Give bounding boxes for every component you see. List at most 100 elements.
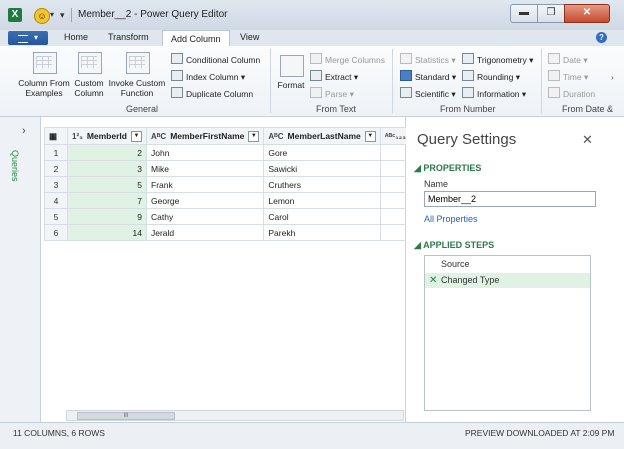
column-from-examples-button[interactable]: Column From Examples [14,78,74,98]
custom-column-button[interactable]: Custom Column [70,78,108,98]
applied-steps-header[interactable]: ◢ APPLIED STEPS [414,240,494,251]
duration-label: Duration [563,89,596,99]
cell-firstname[interactable]: John [145,144,265,161]
format-button[interactable]: Format [273,80,309,90]
duration-button[interactable]: Duration [548,87,595,99]
scientific-icon [400,87,412,98]
cell-lastname[interactable]: Lemon [263,192,381,209]
row-number[interactable]: 4 [44,192,68,209]
table-row[interactable]: 1 2 John Gore [44,144,427,161]
cell-lastname[interactable]: Cruthers [263,176,381,193]
statistics-button[interactable]: Statistics ▾ [400,53,456,66]
filter-dropdown-icon[interactable]: ▼ [131,130,142,142]
time-button[interactable]: Time ▾ [548,70,588,83]
row-number[interactable]: 6 [44,224,68,241]
expand-queries-icon[interactable]: › [22,125,26,137]
cell-lastname[interactable]: Sawicki [263,160,381,177]
column-header-label: MemberFirstName [170,131,245,141]
duplicate-column-button[interactable]: Duplicate Column [171,87,253,99]
scrollbar-thumb[interactable]: III [77,412,175,420]
tab-transform[interactable]: Transform [108,32,149,42]
list-item[interactable]: Source [425,257,590,272]
cell-lastname[interactable]: Carol [263,208,381,225]
delete-step-icon[interactable]: ✕ [429,273,437,288]
trigonometry-icon [462,53,474,64]
cell-firstname[interactable]: Cathy [145,208,265,225]
table-row[interactable]: 5 9 Cathy Carol [44,208,427,225]
menu-icon [18,35,28,43]
queries-pane-label[interactable]: Queries [10,150,20,182]
tab-home[interactable]: Home [64,32,88,42]
whole-number-type-icon[interactable]: 1²₃ [72,132,83,141]
cell-lastname[interactable]: Gore [263,144,381,161]
table-menu-icon[interactable]: ▦ [44,127,68,145]
cell-memberid[interactable]: 14 [67,224,147,241]
table-row[interactable]: 2 3 Mike Sawicki [44,160,427,177]
cell-memberid[interactable]: 2 [67,144,147,161]
conditional-column-label: Conditional Column [186,55,261,65]
filter-dropdown-icon[interactable]: ▼ [248,130,260,142]
tab-view[interactable]: View [240,32,259,42]
cell-memberid[interactable]: 7 [67,192,147,209]
cell-firstname[interactable]: Jerald [145,224,265,241]
query-name-input[interactable] [424,191,596,207]
custom-column-icon [78,52,102,74]
format-icon [280,55,304,77]
file-menu-button[interactable]: ▾ [8,31,48,45]
row-number[interactable]: 1 [44,144,68,161]
information-button[interactable]: Information ▾ [462,87,526,100]
table-row[interactable]: 6 14 Jerald Parekh [44,224,427,241]
customize-quick-access-icon[interactable]: ▾ [60,10,65,21]
filter-dropdown-icon[interactable]: ▼ [364,130,376,142]
extract-button[interactable]: Extract ▾ [310,70,358,83]
list-item[interactable]: ✕ Changed Type [425,273,590,288]
text-type-icon[interactable]: AᴮC [151,132,166,141]
table-row[interactable]: 3 5 Frank Cruthers [44,176,427,193]
parse-icon [310,87,322,98]
information-icon [462,87,474,98]
trigonometry-button[interactable]: Trigonometry ▾ [462,53,533,66]
any-type-icon[interactable]: ᴬᴮᶜ₁₂₃ [385,132,406,141]
extract-icon [310,70,322,81]
smiley-icon[interactable]: ☺ [34,8,50,24]
rounding-button[interactable]: Rounding ▾ [462,70,520,83]
invoke-custom-function-button[interactable]: Invoke Custom Function [106,78,168,98]
all-properties-link[interactable]: All Properties [424,214,478,224]
column-header-memberid[interactable]: 1²₃ MemberId ▼ [67,127,147,145]
index-column-button[interactable]: Index Column ▾ [171,70,245,83]
parse-button[interactable]: Parse ▾ [310,87,354,100]
row-number[interactable]: 2 [44,160,68,177]
properties-header[interactable]: ◢ PROPERTIES [414,163,481,174]
date-button[interactable]: Date ▾ [548,53,588,66]
cell-lastname[interactable]: Parekh [263,224,381,241]
close-icon[interactable]: ✕ [582,132,593,148]
merge-columns-button[interactable]: Merge Columns [310,53,385,65]
cell-firstname[interactable]: George [145,192,265,209]
parse-label: Parse [325,89,348,99]
scientific-button[interactable]: Scientific ▾ [400,87,456,100]
ribbon-scroll-right-icon[interactable]: › [611,72,614,82]
maximize-button[interactable]: ❐ [537,4,565,23]
text-type-icon[interactable]: AᴮC [268,132,283,141]
collapse-triangle-icon: ◢ [414,163,424,173]
cell-firstname[interactable]: Frank [145,176,265,193]
help-icon[interactable]: ? [596,32,607,43]
cell-memberid[interactable]: 5 [67,176,147,193]
duplicate-column-icon [171,87,183,98]
conditional-column-button[interactable]: Conditional Column [171,53,260,65]
row-number[interactable]: 5 [44,208,68,225]
cell-memberid[interactable]: 9 [67,208,147,225]
standard-button[interactable]: Standard ▾ [400,70,456,83]
minimize-button[interactable]: ▬ [510,4,538,23]
row-number[interactable]: 3 [44,176,68,193]
table-row[interactable]: 4 7 George Lemon [44,192,427,209]
cell-firstname[interactable]: Mike [145,160,265,177]
cell-memberid[interactable]: 3 [67,160,147,177]
close-button[interactable]: ✕ [564,4,610,23]
column-header-memberfirstname[interactable]: AᴮC MemberFirstName ▼ [145,127,265,145]
horizontal-scrollbar[interactable]: III [66,410,404,421]
tab-add-column[interactable]: Add Column [162,30,230,47]
column-header-memberlastname[interactable]: AᴮC MemberLastName ▼ [263,127,381,145]
column-header-label: MemberLastName [287,131,361,141]
quick-access-dropdown[interactable]: ▾ [50,10,54,19]
